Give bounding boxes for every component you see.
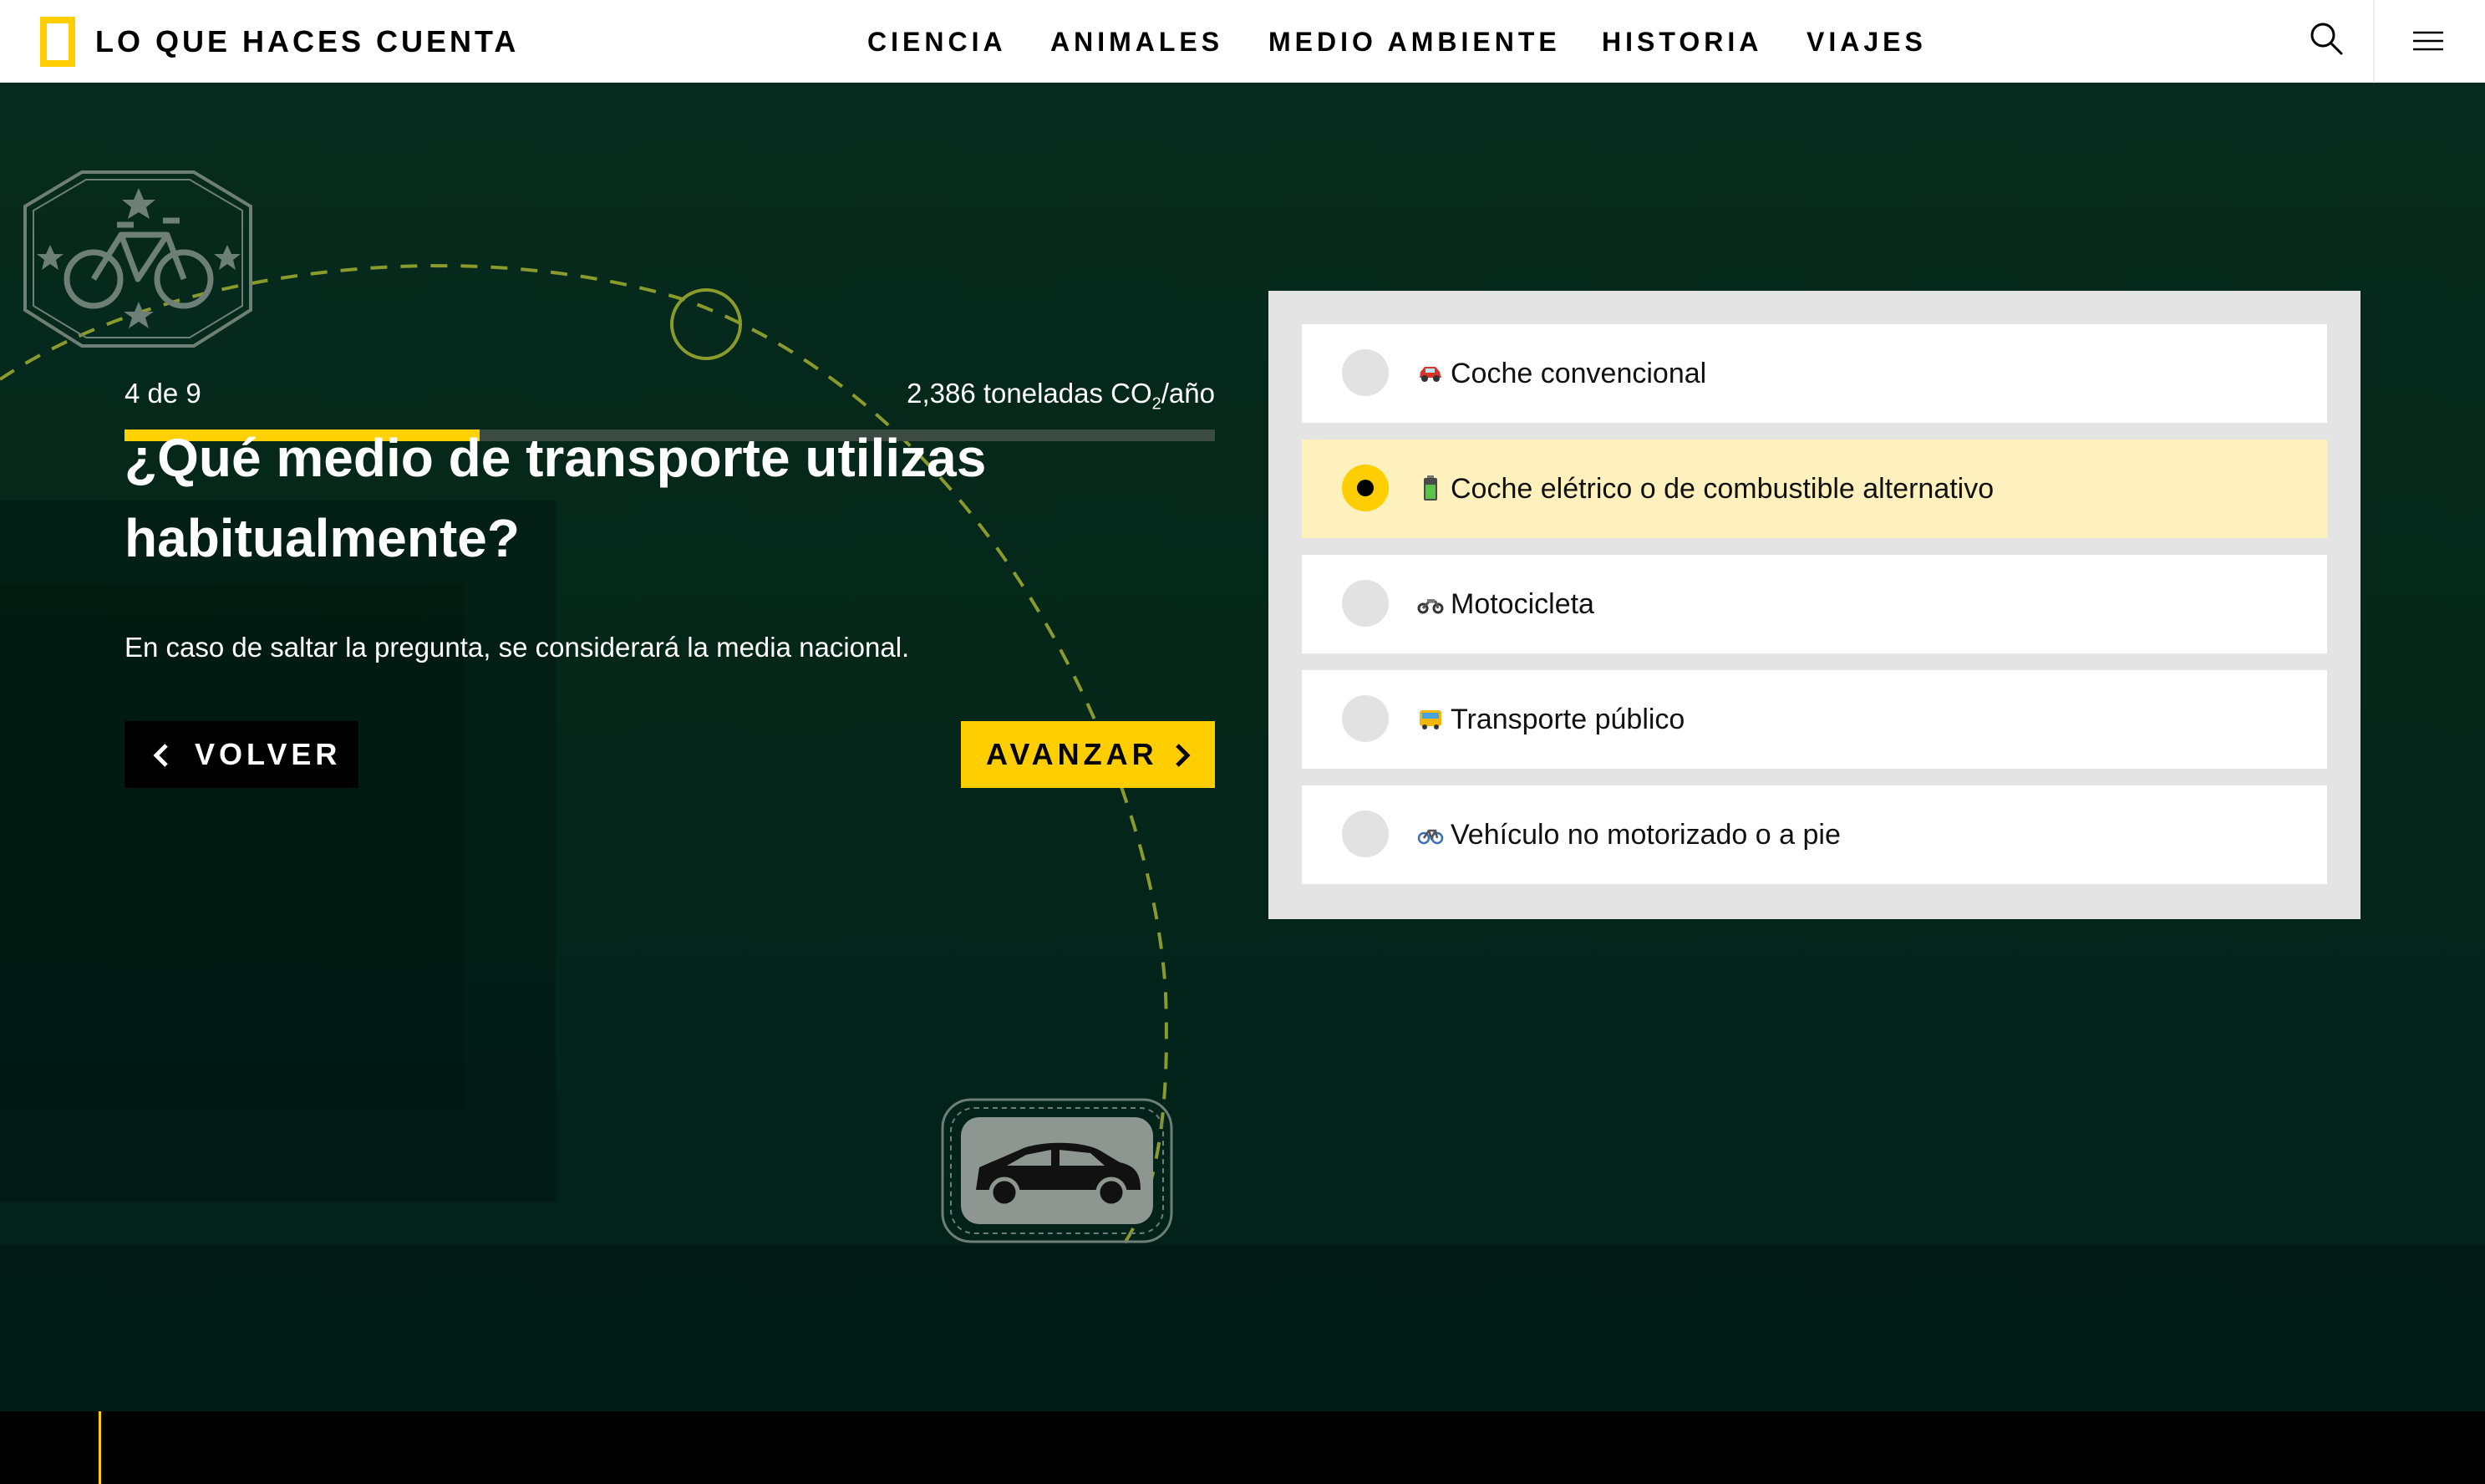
nav-item-historia[interactable]: HISTORIA [1602,23,1762,60]
footer-accent-line [99,1411,101,1484]
car-icon [1420,367,1441,382]
nat-geo-logo-icon[interactable] [40,17,75,67]
option-coche-electrico[interactable]: Coche elétrico o de combustible alternat… [1302,440,2327,538]
motorcycle-icon [1417,599,1444,614]
header-divider [2373,0,2375,83]
search-icon [2310,23,2343,55]
radio-button[interactable] [1342,580,1389,627]
car-badge-icon [941,1098,1173,1243]
option-motocicleta[interactable]: Motocicleta [1302,555,2327,653]
nav-item-animales[interactable]: ANIMALES [1050,23,1223,60]
menu-button[interactable] [2411,25,2445,58]
question-title: ¿Qué medio de transporte utilizas habitu… [125,428,987,568]
options-panel: Coche convencional Coche elétrico o de c… [1268,291,2360,919]
bus-icon [1420,710,1441,729]
nav-item-medio-ambiente[interactable]: MEDIO AMBIENTE [1268,23,1561,60]
nav-item-viajes[interactable]: VIAJES [1807,23,1927,60]
radio-button[interactable] [1342,811,1389,857]
radio-button-selected[interactable] [1342,465,1389,511]
option-label: Motocicleta [1451,588,1594,620]
battery-icon [1424,475,1437,501]
option-label: Coche elétrico o de combustible alternat… [1451,473,1995,505]
option-transporte-publico[interactable]: Transporte público [1302,670,2327,769]
site-header: LO QUE HACES CUENTA CIENCIA ANIMALES MED… [0,0,2485,83]
radio-button[interactable] [1342,349,1389,396]
option-label: Vehículo no motorizado o a pie [1451,819,1841,851]
route-marker-icon [670,288,742,360]
question-hint: En caso de saltar la pregunta, se consid… [125,632,910,663]
back-button-label: VOLVER [195,737,342,771]
footer-bar [0,1411,2485,1484]
hamburger-menu-icon [2413,31,2443,51]
radio-button[interactable] [1342,695,1389,742]
emissions-subscript: 2 [1151,394,1161,414]
chevron-right-icon [1176,744,1191,767]
emissions-total: 2,386 toneladas CO2/año [752,377,1215,421]
bicycle-icon [1417,829,1444,845]
option-coche-convencional[interactable]: Coche convencional [1302,324,2327,423]
progress-count: 4 de 9 [125,378,201,409]
emissions-amount: 2,386 toneladas CO [907,378,1152,409]
nav-item-ciencia[interactable]: CIENCIA [867,23,1007,60]
emissions-unit: /año [1161,378,1215,409]
bicycle-badge-icon [23,170,252,348]
site-name[interactable]: LO QUE HACES CUENTA [95,23,519,60]
chevron-left-icon [153,744,168,767]
search-button[interactable] [2306,18,2346,58]
option-label: Coche convencional [1451,358,1707,389]
option-vehiculo-no-motorizado[interactable]: Vehículo no motorizado o a pie [1302,785,2327,884]
option-label: Transporte público [1451,704,1685,735]
next-button[interactable]: AVANZAR [961,721,1215,788]
back-button[interactable]: VOLVER [125,721,358,788]
next-button-label: AVANZAR [986,737,1158,771]
